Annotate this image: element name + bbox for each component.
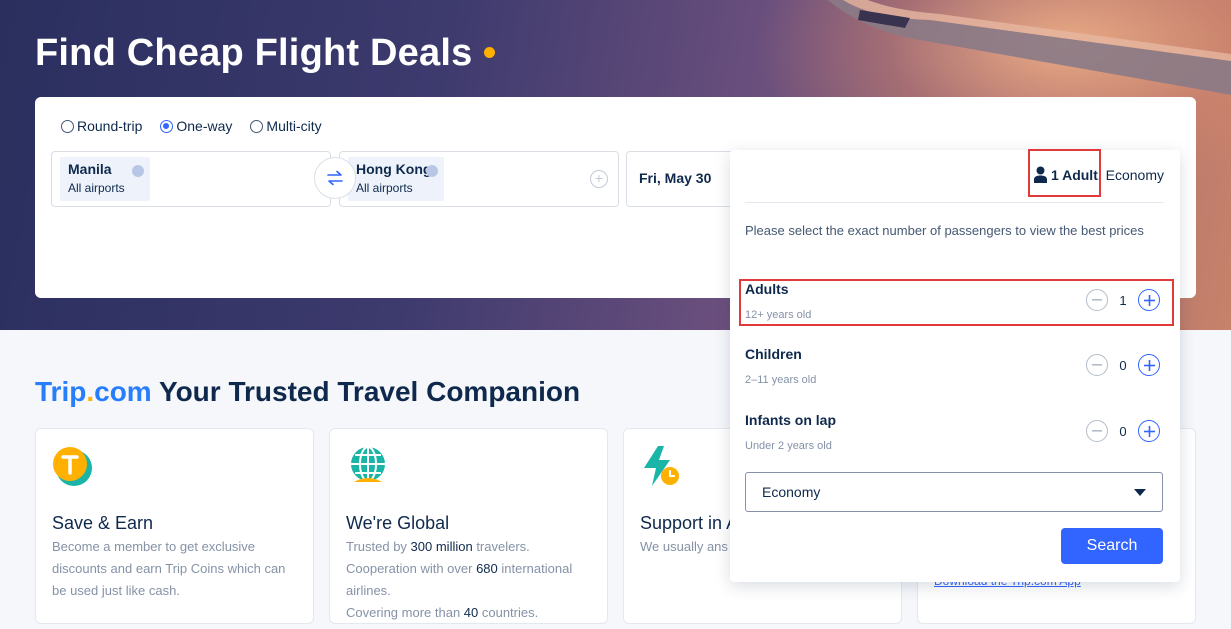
origin-chip[interactable]: Manila All airports: [60, 157, 150, 201]
minus-icon[interactable]: [1086, 420, 1108, 442]
trip-coin-icon: [53, 447, 92, 486]
feature-title: Save & Earn: [52, 513, 154, 533]
feature-title: We're Global: [346, 513, 450, 533]
radio-multi-city[interactable]: [250, 119, 264, 133]
trip-type-label: Round-trip: [77, 118, 143, 134]
cabin-class-select[interactable]: Economy: [745, 472, 1163, 512]
section-title: Trip.com Your Trusted Travel Companion: [35, 376, 580, 408]
infants-stepper: 0: [1086, 420, 1160, 442]
passenger-row-infants: Infants on lap Under 2 years old 0: [745, 412, 1165, 458]
highlight-box-summary: [1028, 149, 1101, 197]
search-button[interactable]: Search: [1061, 528, 1163, 564]
brand-dot: .: [86, 376, 95, 407]
trip-type-multi-city[interactable]: Multi-city: [250, 118, 322, 134]
plus-icon[interactable]: [1138, 354, 1160, 376]
radio-one-way[interactable]: [160, 119, 174, 133]
feature-card-global: We're Global Trusted by 300 million trav…: [329, 428, 608, 624]
feature-text: Trusted by 300 million travelers. Cooper…: [346, 539, 573, 620]
globe-icon: [351, 446, 385, 482]
passenger-dropdown: 1 Adult, Economy Please select the exact…: [730, 149, 1180, 582]
children-stepper: 0: [1086, 354, 1160, 376]
from-field[interactable]: Manila All airports: [51, 151, 331, 207]
brand-com: com: [94, 376, 152, 407]
trip-type-one-way[interactable]: One-way: [160, 118, 232, 134]
trip-type-label: Multi-city: [266, 118, 322, 134]
departure-date: Fri, May 30: [639, 170, 712, 186]
section-title-text: Your Trusted Travel Companion: [151, 376, 581, 407]
trip-type-label: One-way: [176, 118, 233, 134]
hero-title: Find Cheap Flight Deals: [35, 32, 496, 75]
lightning-clock-icon: [644, 446, 679, 486]
highlight-box-adults: [739, 279, 1174, 326]
feature-card-save-earn: Save & Earn Become a member to get exclu…: [35, 428, 314, 624]
caret-down-icon: [1134, 488, 1146, 496]
destination-chip[interactable]: Hong Kong All airports: [348, 157, 444, 201]
cabin-class-value: Economy: [762, 484, 821, 500]
to-field[interactable]: Hong Kong All airports +: [339, 151, 619, 207]
remove-destination-icon[interactable]: [426, 165, 438, 177]
children-count: 0: [1119, 357, 1127, 373]
origin-sub: All airports: [68, 181, 125, 195]
passenger-note: Please select the exact number of passen…: [745, 223, 1144, 238]
swap-icon: [327, 170, 343, 186]
accent-dot: [484, 47, 496, 59]
divider: [745, 202, 1164, 203]
plus-icon[interactable]: [1138, 420, 1160, 442]
radio-round-trip[interactable]: [61, 119, 74, 133]
destination-city: Hong Kong: [356, 161, 432, 177]
add-destination-icon[interactable]: +: [590, 170, 608, 188]
cabin-class-summary: Economy: [1105, 166, 1164, 183]
trip-type-group: Round-trip One-way Multi-city: [61, 118, 322, 134]
destination-sub: All airports: [356, 181, 413, 195]
remove-origin-icon[interactable]: [132, 165, 144, 177]
trip-type-round-trip[interactable]: Round-trip: [61, 118, 142, 134]
passenger-row-children: Children 2–11 years old 0: [745, 346, 1165, 392]
origin-city: Manila: [68, 161, 112, 177]
minus-icon[interactable]: [1086, 354, 1108, 376]
brand-trip: Trip: [35, 376, 87, 407]
infants-count: 0: [1119, 423, 1127, 439]
swap-button[interactable]: [314, 157, 356, 199]
airplane-wing-image: [827, 0, 1231, 95]
feature-text: Become a member to get exclusive discoun…: [52, 539, 286, 598]
